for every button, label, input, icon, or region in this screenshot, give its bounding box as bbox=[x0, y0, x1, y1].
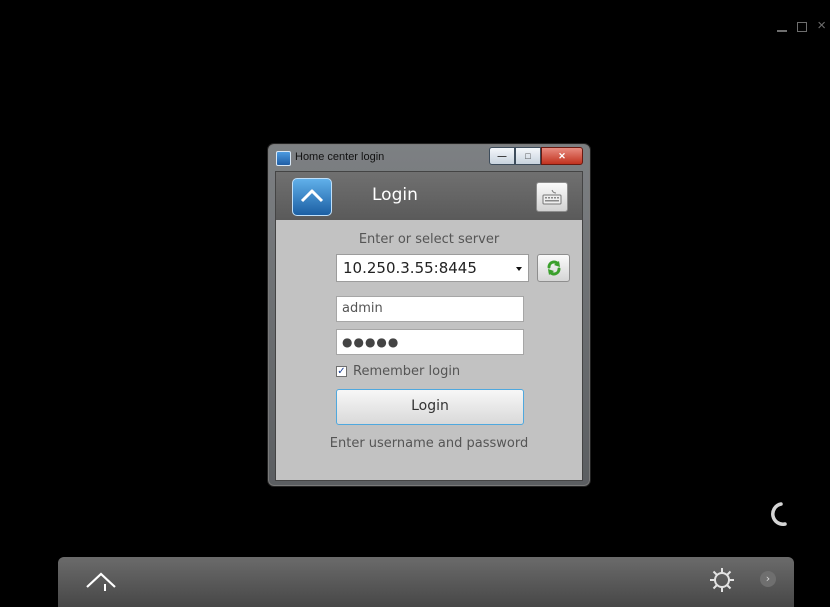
refresh-icon bbox=[547, 260, 560, 276]
username-input[interactable]: admin bbox=[336, 296, 524, 322]
refresh-server-button[interactable] bbox=[537, 254, 570, 282]
home-button[interactable] bbox=[292, 178, 332, 216]
dialog-close-button[interactable]: ✕ bbox=[541, 147, 583, 165]
home-icon bbox=[86, 572, 116, 591]
app-frame: × Home center login — □ ✕ Login Enter or… bbox=[5, 8, 830, 607]
server-select-value: 10.250.3.55:8445 bbox=[343, 259, 477, 277]
server-label: Enter or select server bbox=[358, 232, 500, 247]
dialog-window-buttons: — □ ✕ bbox=[489, 147, 583, 165]
bottom-home-button[interactable] bbox=[84, 567, 120, 599]
dialog-content: Login Enter or select server 10.250.3.55… bbox=[275, 171, 583, 481]
dialog-minimize-button[interactable]: — bbox=[489, 147, 515, 165]
login-dialog: Home center login — □ ✕ Login Enter or s… bbox=[268, 144, 590, 486]
login-button[interactable]: Login bbox=[336, 389, 524, 425]
dialog-title: Home center login bbox=[295, 151, 385, 163]
minimize-window-button[interactable] bbox=[777, 30, 788, 32]
loading-icon bbox=[771, 502, 787, 526]
app-icon bbox=[276, 151, 291, 166]
bottom-bar: › bbox=[58, 557, 794, 607]
login-hint: Enter username and password bbox=[329, 436, 529, 451]
remember-login-checkbox[interactable]: ✓ bbox=[336, 366, 347, 377]
window-controls: × bbox=[777, 18, 826, 33]
login-header-title: Login bbox=[372, 185, 418, 205]
server-select[interactable]: 10.250.3.55:8445 bbox=[336, 254, 529, 282]
maximize-window-button[interactable] bbox=[797, 22, 808, 32]
dialog-titlebar[interactable]: Home center login — □ ✕ bbox=[269, 145, 589, 169]
dialog-maximize-button[interactable]: □ bbox=[515, 147, 541, 165]
password-input[interactable]: ●●●●● bbox=[336, 329, 524, 355]
next-button[interactable]: › bbox=[760, 571, 776, 587]
remember-login-label: Remember login bbox=[353, 364, 461, 379]
gear-icon bbox=[710, 568, 734, 592]
settings-button[interactable] bbox=[708, 566, 736, 598]
keyboard-button[interactable] bbox=[536, 182, 568, 212]
dropdown-arrow-icon[interactable] bbox=[516, 267, 522, 271]
login-header: Login bbox=[276, 172, 582, 220]
close-window-button[interactable]: × bbox=[817, 18, 826, 33]
keyboard-icon bbox=[542, 189, 562, 204]
home-icon bbox=[300, 189, 324, 203]
remember-login[interactable]: ✓ Remember login bbox=[336, 364, 460, 379]
